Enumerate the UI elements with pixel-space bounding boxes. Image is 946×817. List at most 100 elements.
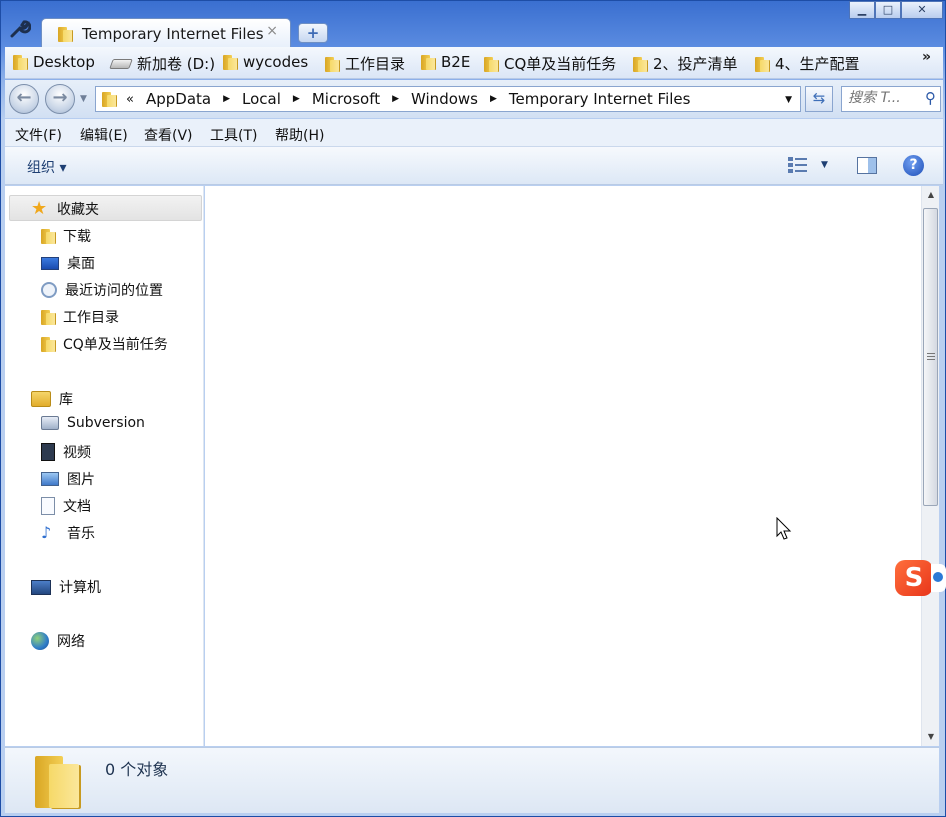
maximize-button[interactable]: □ <box>875 1 901 19</box>
scrollbar-grip-icon <box>927 353 935 360</box>
folder-icon <box>58 26 72 42</box>
breadcrumb-chevron-icon[interactable]: ▶ <box>223 94 230 104</box>
nav-label: 图片 <box>67 472 95 488</box>
address-bar[interactable]: « AppData ▶ Local ▶ Microsoft ▶ Windows … <box>95 86 801 112</box>
minimize-button[interactable]: ▁ <box>849 1 875 19</box>
nav-computer[interactable]: 计算机 <box>31 577 101 597</box>
favorite-work-dir[interactable]: 工作目录 <box>325 53 405 74</box>
close-tab-icon[interactable]: × <box>266 23 278 39</box>
change-view-icon[interactable] <box>787 155 809 175</box>
scroll-up-icon[interactable]: ▲ <box>922 186 940 204</box>
search-box[interactable]: ⚲ <box>841 86 941 112</box>
favorites-overflow-button[interactable]: » <box>922 49 931 65</box>
back-button[interactable]: ← <box>9 84 39 114</box>
nav-item-pictures[interactable]: 图片 <box>41 469 95 489</box>
nav-network[interactable]: 网络 <box>31 631 85 651</box>
nav-item-music[interactable]: ♪ 音乐 <box>41 523 95 543</box>
menu-file[interactable]: 文件(F) <box>15 125 62 145</box>
folder-icon <box>325 56 339 72</box>
new-tab-button[interactable]: + <box>298 23 328 43</box>
help-icon[interactable]: ? <box>903 155 924 176</box>
menu-view[interactable]: 查看(V) <box>144 125 193 145</box>
favorite-release-list[interactable]: 2、投产清单 <box>633 53 738 74</box>
nav-favorites[interactable]: ★ 收藏夹 <box>31 199 99 219</box>
nav-label: 桌面 <box>67 256 95 272</box>
video-library-icon <box>41 443 55 461</box>
favorite-label: 新加卷 (D:) <box>137 55 216 73</box>
tab-temporary-internet-files[interactable]: Temporary Internet Files × <box>41 18 291 47</box>
libraries-icon <box>31 391 51 407</box>
breadcrumb-windows[interactable]: Windows <box>411 90 478 108</box>
folder-icon <box>223 54 237 70</box>
breadcrumb-temporary-internet-files[interactable]: Temporary Internet Files <box>509 90 691 108</box>
close-button[interactable]: ✕ <box>901 1 943 19</box>
recent-pages-dropdown-icon[interactable]: ▼ <box>80 94 87 104</box>
nav-item-work-dir[interactable]: 工作目录 <box>41 307 119 327</box>
window-controls: ▁ □ ✕ <box>849 1 943 19</box>
favorite-desktop[interactable]: Desktop <box>13 53 95 71</box>
breadcrumb-appdata[interactable]: AppData <box>146 90 211 108</box>
favorite-label: B2E <box>441 53 471 71</box>
nav-item-desktop[interactable]: 桌面 <box>41 253 95 273</box>
preview-pane-icon[interactable] <box>857 157 877 174</box>
nav-item-recent-places[interactable]: 最近访问的位置 <box>41 280 163 300</box>
item-count: 0 个对象 <box>105 760 169 779</box>
scrollbar-thumb[interactable] <box>923 208 938 506</box>
nav-label: 下载 <box>63 229 91 245</box>
breadcrumb: « AppData ▶ Local ▶ Microsoft ▶ Windows … <box>126 90 690 108</box>
pictures-library-icon <box>41 472 59 486</box>
favorite-cq-tasks[interactable]: CQ单及当前任务 <box>484 53 616 74</box>
nav-item-videos[interactable]: 视频 <box>41 442 91 462</box>
tab-title: Temporary Internet Files <box>82 25 264 43</box>
nav-libraries[interactable]: 库 <box>31 389 73 409</box>
ime-status-icon <box>931 564 946 592</box>
favorite-drive-d[interactable]: 新加卷 (D:) <box>109 53 216 74</box>
folder-icon <box>102 91 116 107</box>
favorite-wycodes[interactable]: wycodes <box>223 53 308 71</box>
wrench-icon[interactable] <box>9 19 35 41</box>
menu-tools[interactable]: 工具(T) <box>210 125 257 145</box>
navigation-row: ← → ▼ « AppData ▶ Local ▶ Microsoft ▶ Wi… <box>5 80 943 118</box>
breadcrumb-chevron-icon[interactable]: ▶ <box>392 94 399 104</box>
breadcrumb-chevron-icon[interactable]: ▶ <box>293 94 300 104</box>
view-options-dropdown-icon[interactable]: ▼ <box>821 160 828 170</box>
ime-badge[interactable]: S <box>893 560 946 598</box>
navigation-pane: ★ 收藏夹 下载 桌面 最近访问的位置 工作目录 CQ单及当前任务 库 Subve… <box>5 186 204 746</box>
favorite-label: 2、投产清单 <box>653 55 738 73</box>
nav-item-documents[interactable]: 文档 <box>41 496 91 516</box>
nav-label: 库 <box>59 392 73 408</box>
network-icon <box>31 632 49 650</box>
nav-label: 收藏夹 <box>57 202 99 218</box>
search-input[interactable] <box>848 90 918 106</box>
breadcrumb-microsoft[interactable]: Microsoft <box>312 90 380 108</box>
nav-label: 计算机 <box>59 580 101 596</box>
scroll-down-icon[interactable]: ▼ <box>922 728 940 746</box>
nav-item-downloads[interactable]: 下载 <box>41 226 91 246</box>
download-folder-icon <box>41 228 55 244</box>
breadcrumb-local[interactable]: Local <box>242 90 281 108</box>
favorite-label: CQ单及当前任务 <box>504 55 617 73</box>
breadcrumb-overflow[interactable]: « <box>126 92 134 107</box>
subversion-icon <box>41 416 59 430</box>
favorite-prod-config[interactable]: 4、生产配置 <box>755 53 860 74</box>
favorite-b2e[interactable]: B2E <box>421 53 470 71</box>
nav-label: 网络 <box>57 634 85 650</box>
music-library-icon: ♪ <box>41 523 52 542</box>
refresh-button[interactable]: ⇆ <box>805 86 833 112</box>
search-icon[interactable]: ⚲ <box>925 89 936 107</box>
nav-item-subversion[interactable]: Subversion <box>41 415 145 431</box>
organize-button[interactable]: 组织 ▾ <box>27 157 66 177</box>
nav-label: 音乐 <box>67 526 95 542</box>
forward-button[interactable]: → <box>45 84 75 114</box>
nav-item-cq-tasks[interactable]: CQ单及当前任务 <box>41 334 168 354</box>
vertical-scrollbar[interactable]: ▲ ▼ <box>921 186 939 746</box>
breadcrumb-chevron-icon[interactable]: ▶ <box>490 94 497 104</box>
folder-icon <box>41 336 55 352</box>
sogou-logo-icon: S <box>895 560 933 596</box>
address-dropdown-icon[interactable]: ▼ <box>785 95 792 105</box>
arrow-right-icon: → <box>52 87 68 108</box>
file-list-area[interactable] <box>205 186 921 746</box>
menu-help[interactable]: 帮助(H) <box>275 125 324 145</box>
menu-edit[interactable]: 编辑(E) <box>80 125 128 145</box>
drive-icon <box>109 58 133 69</box>
